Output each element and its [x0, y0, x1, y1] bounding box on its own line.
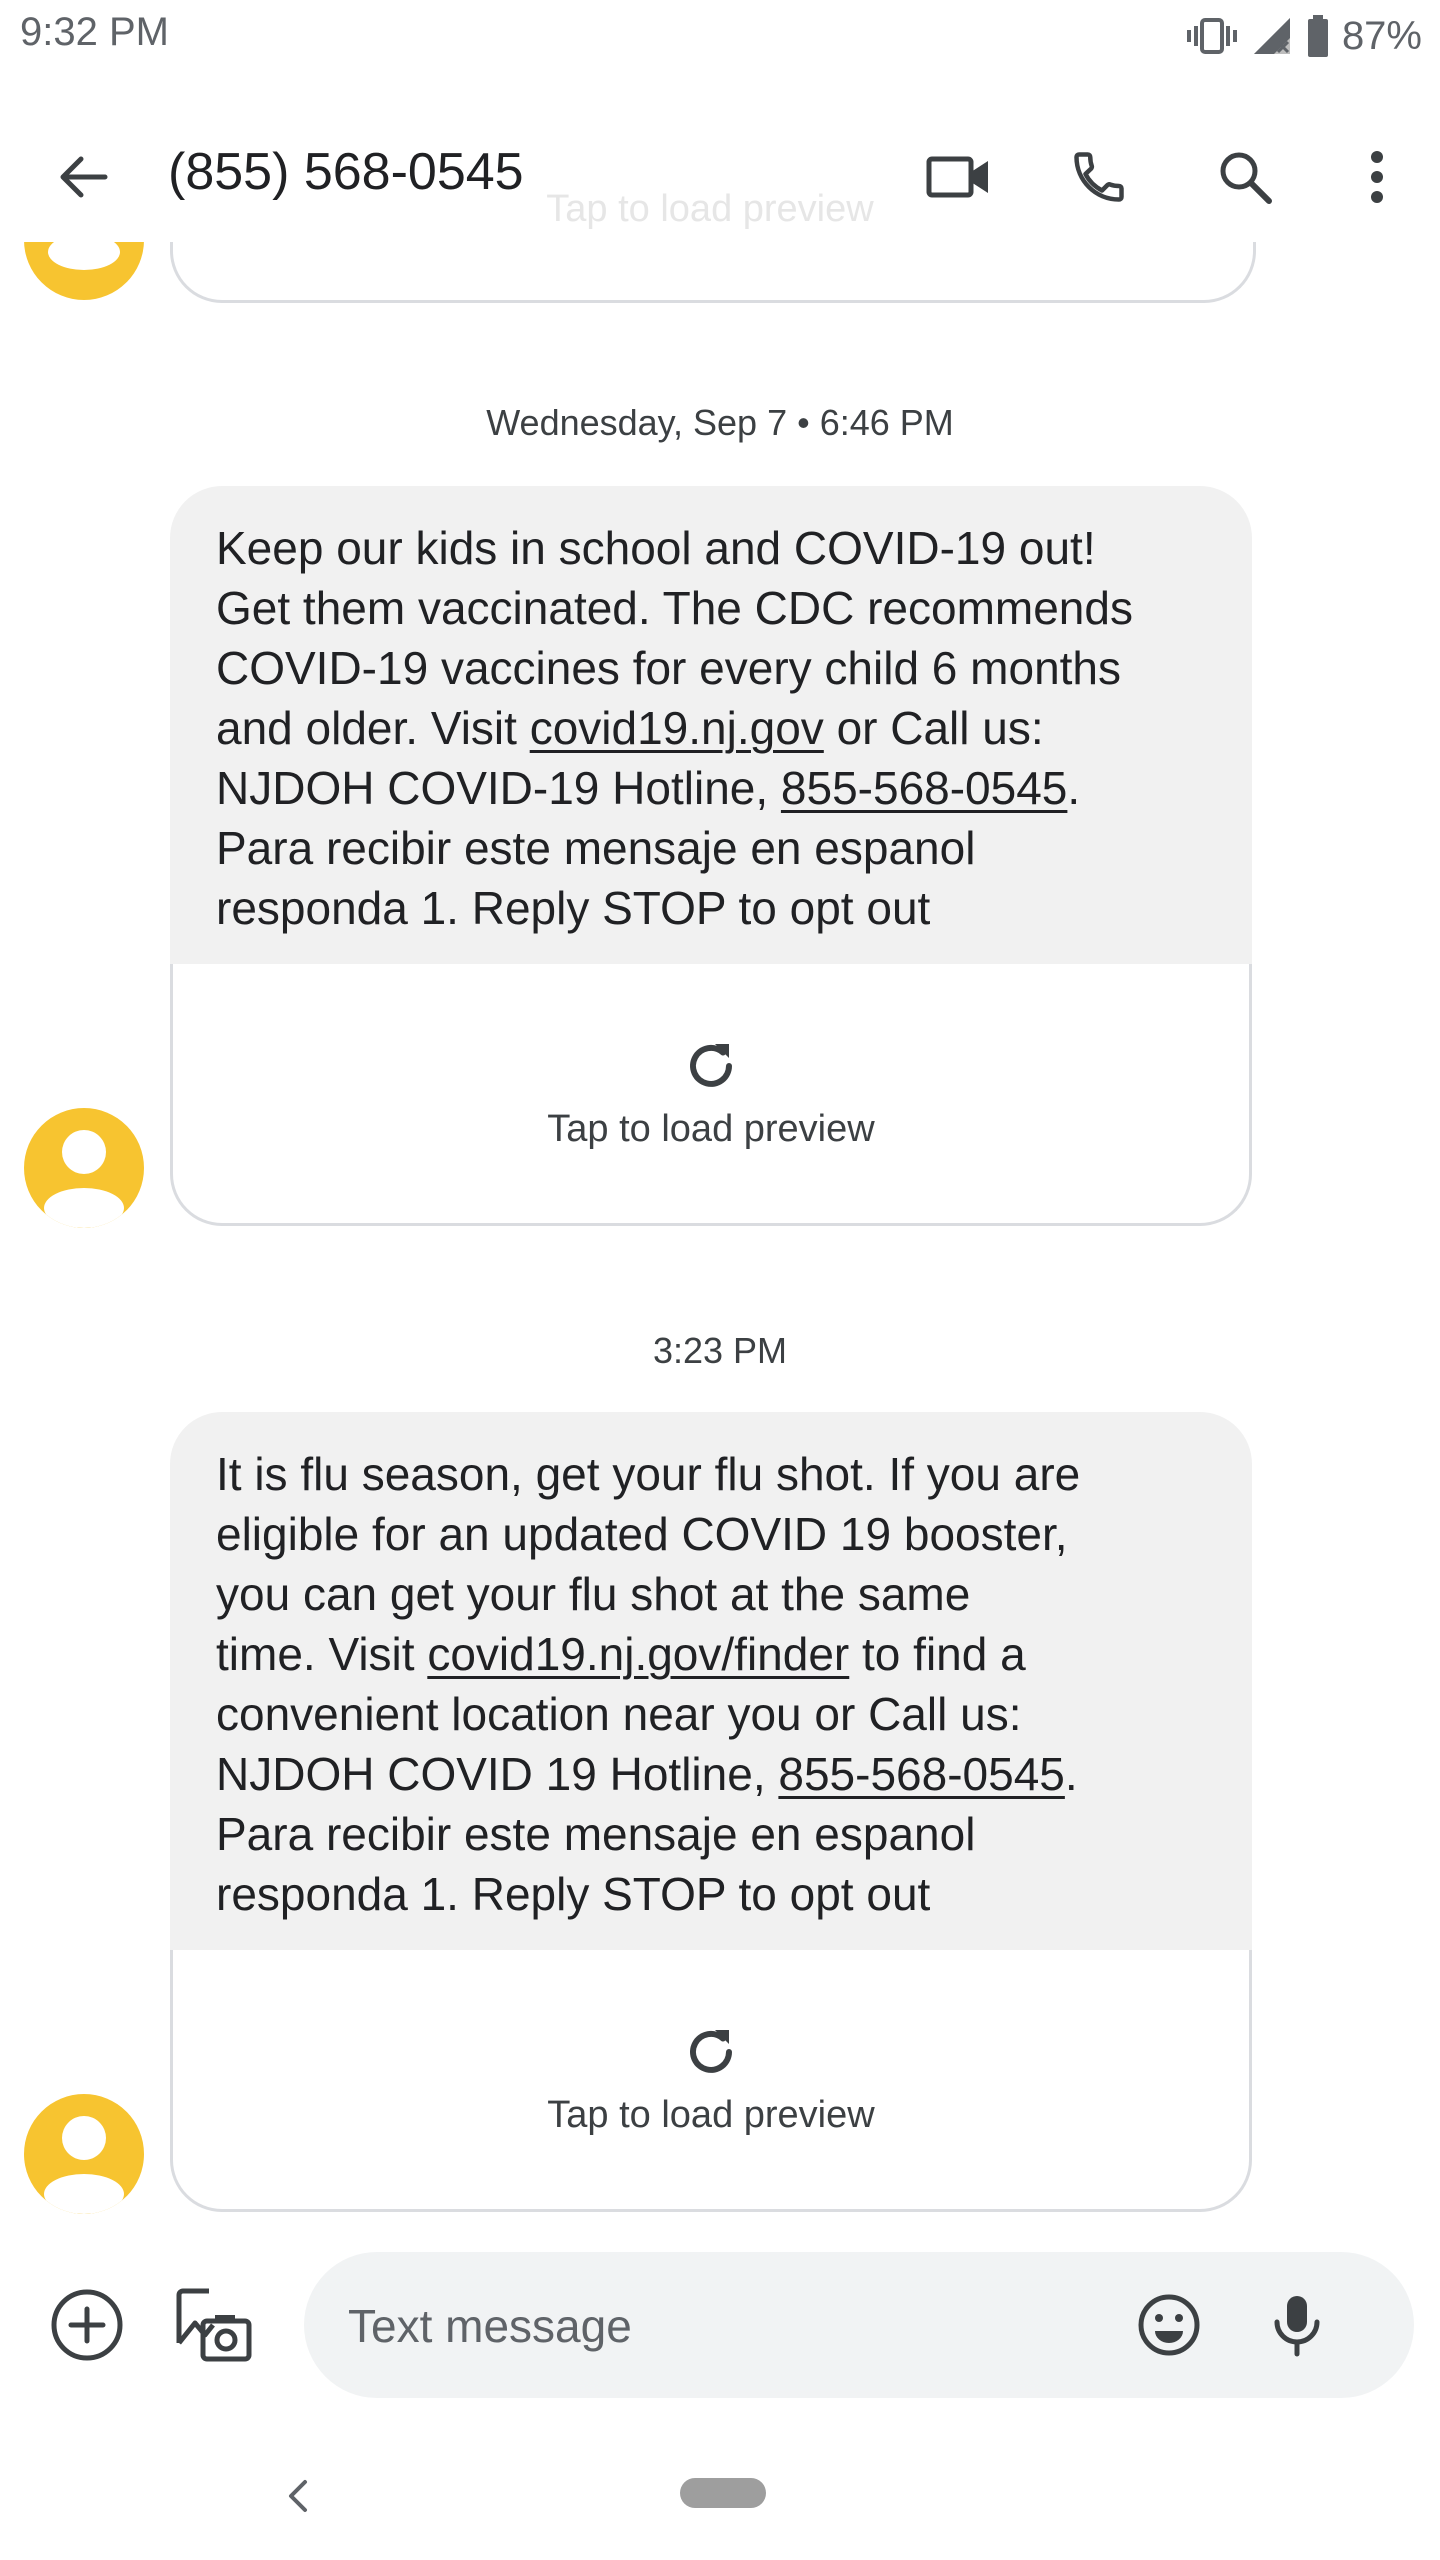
message-line: responda 1. Reply STOP to opt out: [216, 878, 1206, 938]
message-link[interactable]: covid19.nj.gov/finder: [427, 1628, 849, 1680]
message-text: Keep our kids in school and COVID-19 out…: [216, 518, 1206, 938]
message-line: Para recibir este mensaje en espanol: [216, 1804, 1206, 1864]
battery-icon: [1306, 14, 1330, 58]
message-line: NJDOH COVID 19 Hotline, 855-568-0545.: [216, 1744, 1206, 1804]
message-link[interactable]: 855-568-0545: [778, 1748, 1064, 1800]
message-bubble[interactable]: Keep our kids in school and COVID-19 out…: [170, 486, 1252, 964]
message-text-segment: Para recibir este mensaje en espanol: [216, 1808, 976, 1860]
message-line: responda 1. Reply STOP to opt out: [216, 1864, 1206, 1924]
message-text-segment: COVID-19 vaccines for every child 6 mont…: [216, 642, 1122, 694]
message-line: Get them vaccinated. The CDC recommends: [216, 578, 1206, 638]
message-text-segment: Get them vaccinated. The CDC recommends: [216, 582, 1133, 634]
message-text-segment: Keep our kids in school and COVID-19 out…: [216, 522, 1096, 574]
preview-label: Tap to load preview: [547, 2094, 875, 2136]
message-text-segment: and older. Visit: [216, 702, 530, 754]
compose-field[interactable]: [304, 2252, 1414, 2400]
add-circle-icon: [49, 2287, 125, 2363]
message-text-segment: convenient location near you or Call us:: [216, 1688, 1022, 1740]
mic-icon: [1267, 2292, 1327, 2358]
status-time: 9:32 PM: [20, 10, 169, 54]
message-text: It is flu season, get your flu shot. If …: [216, 1444, 1206, 1924]
contact-avatar[interactable]: [24, 1108, 144, 1228]
message-timestamp: 3:23 PM: [652, 1330, 788, 1371]
previous-preview-label: Tap to load preview: [546, 188, 874, 230]
add-attachment-button[interactable]: [42, 2280, 132, 2370]
message-text-segment: Para recibir este mensaje en espanol: [216, 822, 976, 874]
refresh-icon: [681, 1036, 741, 1096]
message-text-segment: to find a: [849, 1628, 1026, 1680]
chevron-left-icon: [283, 2476, 313, 2516]
preview-label: Tap to load preview: [547, 1108, 875, 1150]
message-text-segment: eligible for an updated COVID 19 booster…: [216, 1508, 1068, 1560]
message-line: COVID-19 vaccines for every child 6 mont…: [216, 638, 1206, 698]
message-line: eligible for an updated COVID 19 booster…: [216, 1504, 1206, 1564]
message-text-segment: time. Visit: [216, 1628, 428, 1680]
message-line: Keep our kids in school and COVID-19 out…: [216, 518, 1206, 578]
message-timestamp: Wednesday, Sep 7 • 6:46 PM: [486, 402, 954, 443]
message-bubble[interactable]: It is flu season, get your flu shot. If …: [170, 1412, 1252, 1950]
message-link[interactable]: 855-568-0545: [781, 762, 1067, 814]
message-text-segment: responda 1. Reply STOP to opt out: [216, 1868, 931, 1920]
message-line: you can get your flu shot at the same: [216, 1564, 1206, 1624]
contact-avatar[interactable]: [24, 2094, 144, 2214]
message-text-segment: or Call us:: [823, 702, 1044, 754]
message-text-segment: .: [1064, 1748, 1078, 1800]
message-link[interactable]: covid19.nj.gov: [530, 702, 824, 754]
nav-back-button[interactable]: [268, 2466, 328, 2526]
emoji-button[interactable]: [1124, 2280, 1214, 2370]
nav-home-pill[interactable]: [680, 2478, 766, 2508]
message-line: NJDOH COVID-19 Hotline, 855-568-0545.: [216, 758, 1206, 818]
gallery-button[interactable]: [168, 2280, 258, 2370]
no-signal-icon: [1250, 14, 1294, 58]
link-preview-card[interactable]: Tap to load preview: [170, 964, 1252, 1226]
link-preview-card[interactable]: Tap to load preview: [170, 1950, 1252, 2212]
message-text-segment: you can get your flu shot at the same: [216, 1568, 971, 1620]
message-text-segment: responda 1. Reply STOP to opt out: [216, 882, 931, 934]
message-line: time. Visit covid19.nj.gov/finder to fin…: [216, 1624, 1206, 1684]
message-line: and older. Visit covid19.nj.gov or Call …: [216, 698, 1206, 758]
status-icons: 87%: [1186, 10, 1422, 62]
message-text-segment: NJDOH COVID-19 Hotline,: [216, 762, 781, 814]
message-line: Para recibir este mensaje en espanol: [216, 818, 1206, 878]
app-bar: Tap to load preview (855) 568-0545: [0, 92, 1440, 242]
message-text-segment: NJDOH COVID 19 Hotline,: [216, 1748, 779, 1800]
voice-input-button[interactable]: [1252, 2280, 1342, 2370]
battery-percent: 87%: [1341, 13, 1422, 58]
message-line: convenient location near you or Call us:: [216, 1684, 1206, 1744]
message-line: It is flu season, get your flu shot. If …: [216, 1444, 1206, 1504]
refresh-icon: [681, 2022, 741, 2082]
vibrate-icon: [1186, 14, 1238, 58]
gallery-camera-icon: [173, 2285, 253, 2365]
message-text-segment: It is flu season, get your flu shot. If …: [216, 1448, 1081, 1500]
emoji-icon: [1136, 2292, 1202, 2358]
message-input[interactable]: [346, 2252, 1090, 2400]
message-text-segment: .: [1067, 762, 1081, 814]
